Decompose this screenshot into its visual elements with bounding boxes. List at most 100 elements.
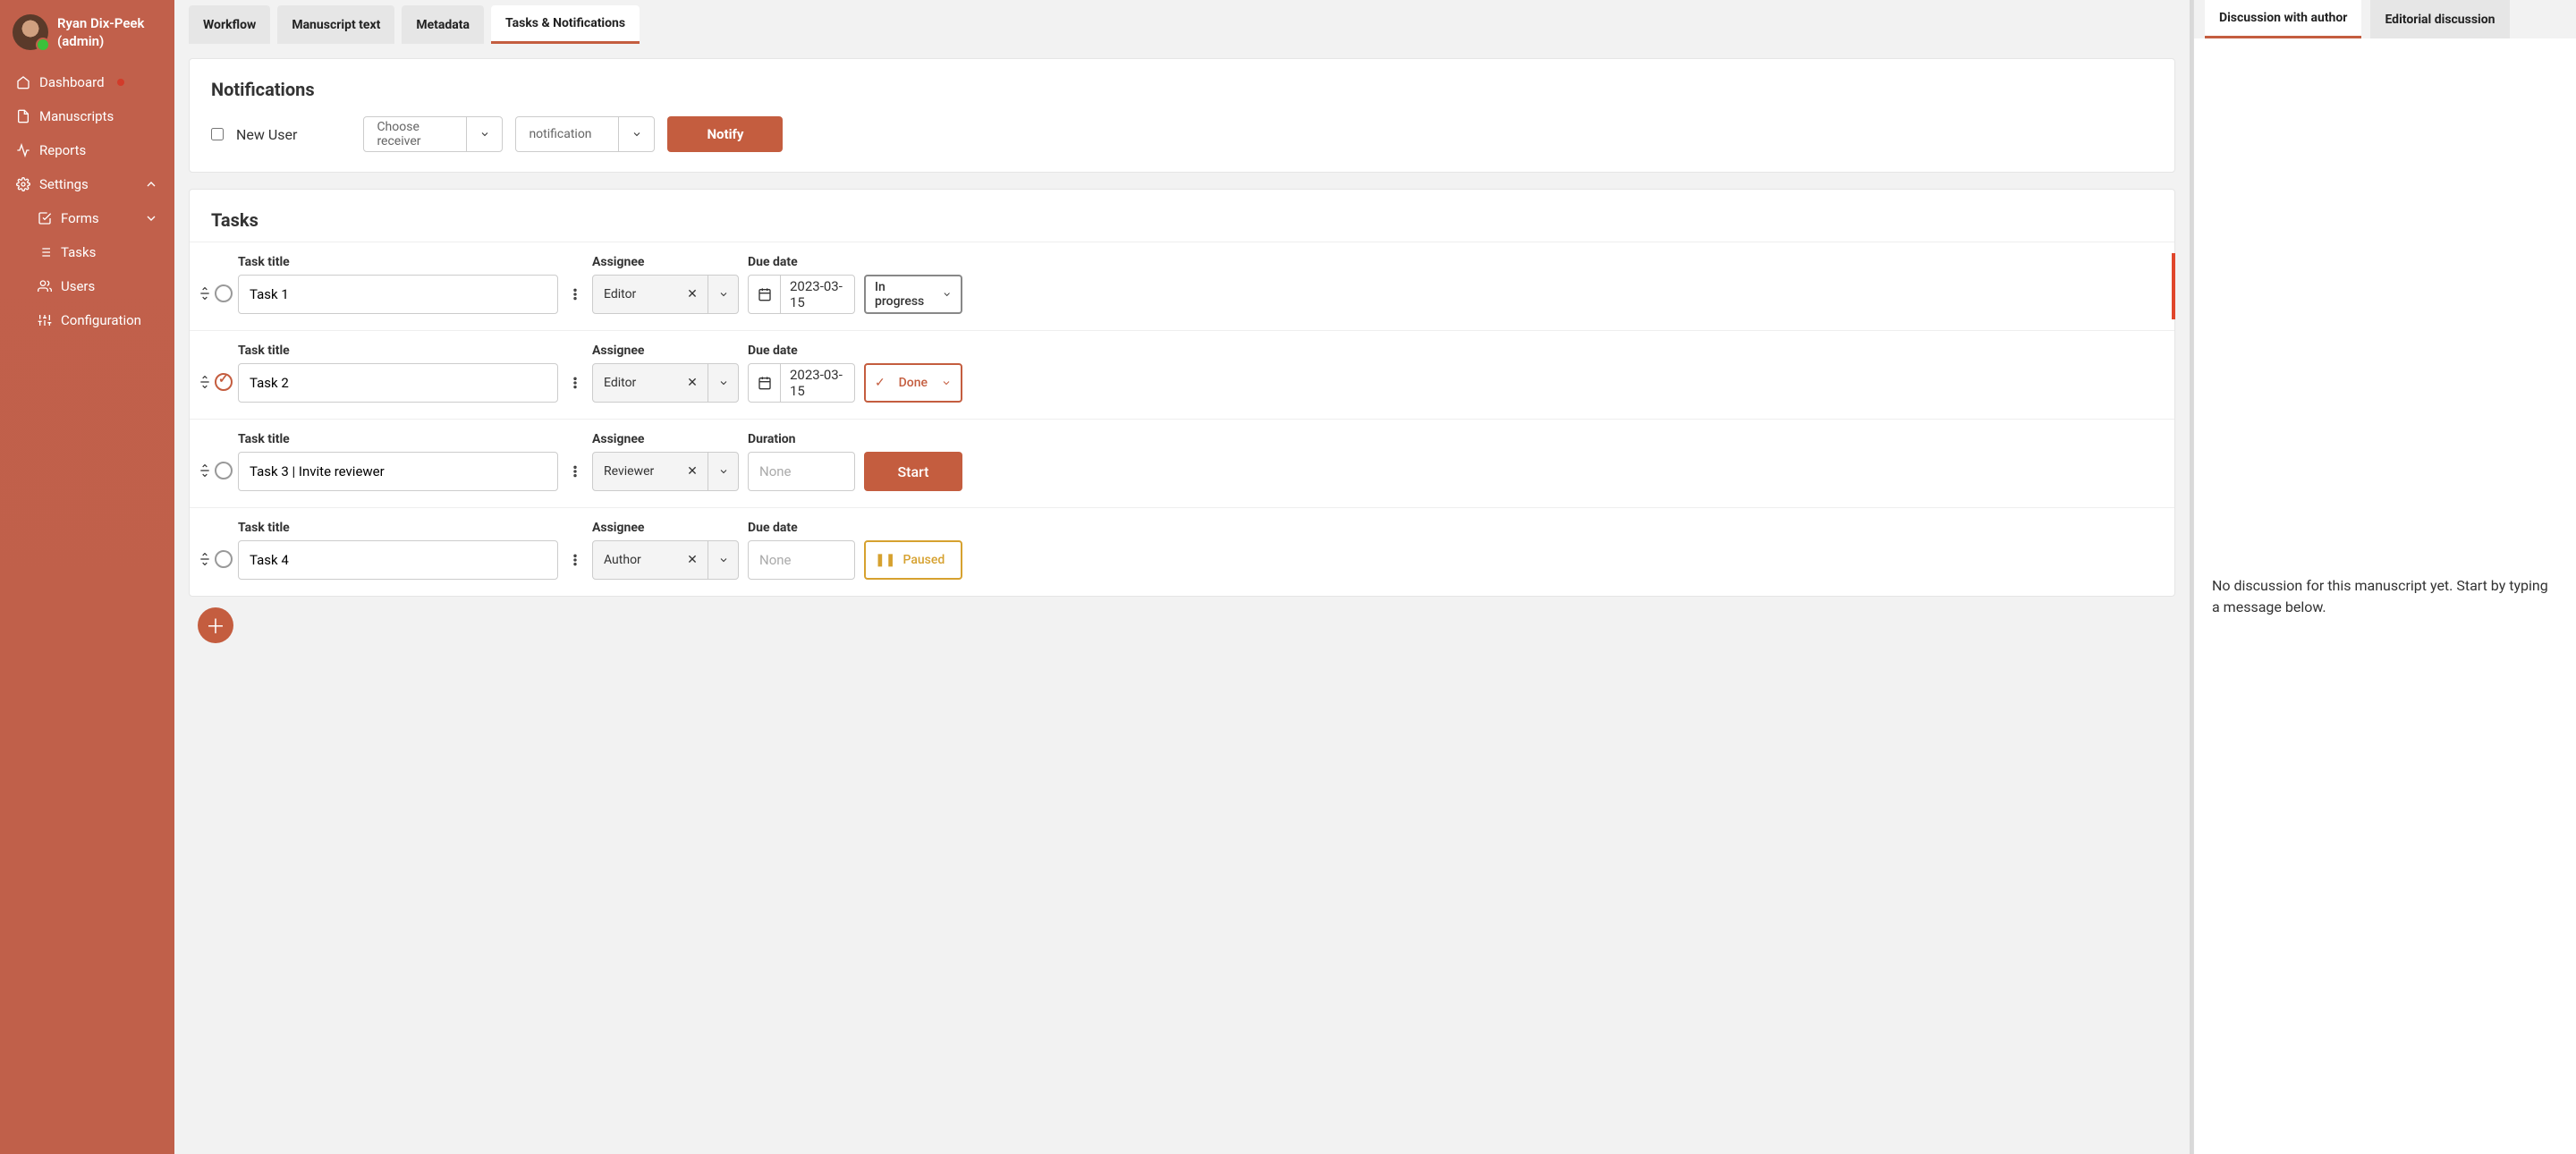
nav-label: Manuscripts [39, 108, 114, 124]
duration-input[interactable] [748, 452, 855, 491]
status-select[interactable]: ❚❚ Paused [864, 540, 962, 580]
task-row: Task title Assignee Author ✕ Due date [190, 507, 2174, 596]
sidebar-item-users[interactable]: Users [0, 269, 174, 303]
tab-editorial-discussion[interactable]: Editorial discussion [2370, 0, 2509, 38]
task-title-input[interactable] [238, 363, 558, 403]
sidebar-item-reports[interactable]: Reports [0, 133, 174, 167]
more-vertical-icon[interactable] [568, 464, 582, 479]
clear-icon[interactable]: ✕ [677, 364, 708, 402]
center-column: Workflow Manuscript text Metadata Tasks … [174, 0, 2193, 1154]
more-vertical-icon[interactable] [568, 376, 582, 390]
sidebar-item-settings[interactable]: Settings [0, 167, 174, 201]
task-row: Task title Assignee Editor ✕ Due date [190, 330, 2174, 419]
status-circle[interactable] [215, 550, 233, 568]
nav-label: Reports [39, 142, 86, 158]
chevron-down-icon [708, 276, 738, 313]
start-button[interactable]: Start [864, 452, 962, 491]
drag-handle-icon[interactable] [199, 287, 211, 300]
clear-icon[interactable]: ✕ [677, 276, 708, 313]
assignee-select[interactable]: Editor ✕ [592, 275, 739, 314]
avatar[interactable] [13, 14, 48, 50]
sidebar-item-manuscripts[interactable]: Manuscripts [0, 99, 174, 133]
tab-metadata[interactable]: Metadata [402, 5, 484, 44]
receiver-placeholder: Choose receiver [364, 120, 466, 148]
nav-label: Forms [61, 210, 99, 226]
chevron-down-icon [466, 117, 502, 151]
sidebar: Ryan Dix-Peek (admin) Dashboard Manuscri… [0, 0, 174, 1154]
date-input[interactable]: 2023-03-15 [748, 275, 855, 314]
status-circle[interactable] [215, 462, 233, 479]
calendar-icon [749, 364, 781, 402]
nav-list: Dashboard Manuscripts Reports Settings F… [0, 65, 174, 337]
duedate-label: Due date [748, 344, 855, 358]
list-icon [38, 245, 52, 259]
chevron-up-icon [144, 177, 158, 191]
badge-dot [117, 79, 124, 86]
task-row: Task title Assignee Reviewer ✕ Duration [190, 419, 2174, 507]
main: Workflow Manuscript text Metadata Tasks … [174, 0, 2576, 1154]
add-task-button[interactable]: ＋ [198, 607, 233, 643]
drag-handle-icon[interactable] [199, 464, 211, 477]
clear-icon[interactable]: ✕ [677, 541, 708, 579]
sidebar-item-forms[interactable]: Forms [0, 201, 174, 235]
nav-label: Tasks [61, 244, 96, 260]
drag-handle-icon[interactable] [199, 376, 211, 388]
template-select[interactable]: notification [515, 116, 655, 152]
sidebar-item-tasks[interactable]: Tasks [0, 235, 174, 269]
tasks-card: Tasks Task title Assignee Ed [189, 189, 2175, 597]
notifications-card: Notifications New User Choose receiver n… [189, 58, 2175, 173]
task-row: Task title Assignee Editor ✕ Due date [190, 242, 2174, 330]
task-title-label: Task title [238, 432, 558, 446]
nav-label: Settings [39, 176, 89, 192]
assignee-value: Author [593, 553, 677, 567]
drag-handle-icon[interactable] [199, 553, 211, 565]
assignee-select[interactable]: Author ✕ [592, 540, 739, 580]
chevron-down-icon [144, 211, 158, 225]
duedate-label: Due date [748, 255, 855, 269]
tab-workflow[interactable]: Workflow [189, 5, 270, 44]
right-tabs: Discussion with author Editorial discuss… [2194, 0, 2576, 38]
tab-tasks-notifications[interactable]: Tasks & Notifications [491, 5, 640, 44]
tab-manuscript-text[interactable]: Manuscript text [277, 5, 394, 44]
status-spacer [864, 344, 962, 358]
notify-button[interactable]: Notify [667, 116, 783, 152]
assignee-select[interactable]: Editor ✕ [592, 363, 739, 403]
task-title-input[interactable] [238, 452, 558, 491]
task-title-label: Task title [238, 344, 558, 358]
notification-row: New User Choose receiver notification No… [211, 116, 2153, 152]
date-input[interactable] [748, 540, 855, 580]
check-icon: ✓ [875, 376, 886, 390]
discussion-body: No discussion for this manuscript yet. S… [2194, 38, 2576, 1154]
sliders-icon [38, 313, 52, 327]
new-user-label: New User [236, 126, 297, 143]
sidebar-item-dashboard[interactable]: Dashboard [0, 65, 174, 99]
main-tabs: Workflow Manuscript text Metadata Tasks … [189, 5, 2175, 44]
status-label: In progress [875, 280, 935, 309]
status-circle[interactable] [215, 284, 233, 302]
receiver-select[interactable]: Choose receiver [363, 116, 503, 152]
status-spacer [864, 521, 962, 535]
duration-label: Duration [748, 432, 855, 446]
discussion-empty-message: No discussion for this manuscript yet. S… [2212, 575, 2558, 618]
sidebar-item-configuration[interactable]: Configuration [0, 303, 174, 337]
more-vertical-icon[interactable] [568, 553, 582, 567]
status-spacer [864, 255, 962, 269]
chevron-down-icon [708, 453, 738, 490]
assignee-label: Assignee [592, 255, 739, 269]
date-value: 2023-03-15 [781, 278, 854, 310]
tasks-heading: Tasks [190, 190, 2174, 242]
assignee-value: Editor [593, 287, 677, 301]
date-input[interactable]: 2023-03-15 [748, 363, 855, 403]
task-title-input[interactable] [238, 540, 558, 580]
status-select[interactable]: In progress [864, 275, 962, 314]
more-vertical-icon[interactable] [568, 287, 582, 301]
clear-icon[interactable]: ✕ [677, 453, 708, 490]
status-label: Paused [902, 553, 945, 567]
profile-block: Ryan Dix-Peek (admin) [0, 14, 174, 65]
status-select[interactable]: ✓ Done [864, 363, 962, 403]
assignee-select[interactable]: Reviewer ✕ [592, 452, 739, 491]
status-circle-done[interactable] [215, 373, 233, 391]
tab-discussion-author[interactable]: Discussion with author [2205, 0, 2361, 38]
new-user-checkbox[interactable] [211, 128, 224, 140]
task-title-input[interactable] [238, 275, 558, 314]
